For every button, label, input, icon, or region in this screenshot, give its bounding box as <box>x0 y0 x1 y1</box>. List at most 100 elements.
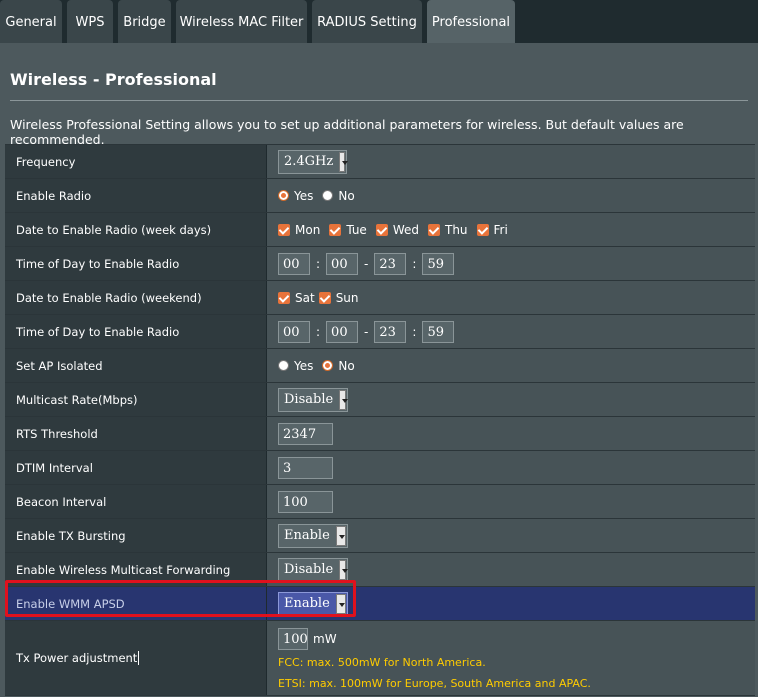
row-label: Enable TX Bursting <box>5 519 267 552</box>
row-label: Frequency <box>5 145 267 178</box>
tx-power-input[interactable]: 100 <box>278 627 308 650</box>
checkbox-wed[interactable] <box>375 223 388 236</box>
row-label: Date to Enable Radio (week days) <box>5 213 267 246</box>
option-label: Tue <box>346 222 367 237</box>
radio-enable-radio-no[interactable] <box>322 190 334 201</box>
option-label: Sun <box>335 290 359 305</box>
row-wmm-apsd: Enable WMM APSD Enable <box>5 587 755 621</box>
row-date-weekdays: Date to Enable Radio (week days) Mon Tue… <box>5 213 755 247</box>
checkbox-fri[interactable] <box>476 223 489 236</box>
chevron-down-icon <box>339 151 348 172</box>
tab-bridge[interactable]: Bridge <box>118 0 171 43</box>
separator: - <box>364 324 369 339</box>
separator: : <box>316 324 321 339</box>
separator: : <box>316 256 321 271</box>
dtim-interval-input[interactable]: 3 <box>278 456 333 479</box>
tab-radius-setting[interactable]: RADIUS Setting <box>312 0 422 43</box>
option-label: Mon <box>295 222 321 237</box>
title-divider <box>10 100 748 101</box>
multicast-rate-value: Disable <box>284 392 334 407</box>
radio-enable-radio-yes[interactable] <box>278 190 289 201</box>
separator: : <box>412 256 417 271</box>
tx-power-label: Tx Power adjustment <box>16 651 138 665</box>
row-tx-bursting: Enable TX Bursting Enable <box>5 519 755 553</box>
page-title: Wireless - Professional <box>10 70 217 89</box>
tab-bar: General WPS Bridge Wireless MAC Filter R… <box>0 0 758 43</box>
checkbox-tue[interactable] <box>329 223 342 236</box>
row-label: Enable Wireless Multicast Forwarding <box>5 553 267 586</box>
row-time-weekend: Time of Day to Enable Radio 00 : 00 - 23… <box>5 315 755 349</box>
beacon-interval-input[interactable]: 100 <box>278 490 333 513</box>
row-label: Enable Radio <box>5 179 267 212</box>
settings-table: Frequency 2.4GHz Enable Radio Yes No Dat… <box>5 144 755 696</box>
separator: - <box>364 256 369 271</box>
wmm-apsd-select[interactable]: Enable <box>278 591 348 616</box>
row-beacon-interval: Beacon Interval 100 <box>5 485 755 519</box>
tab-wireless-mac-filter[interactable]: Wireless MAC Filter <box>176 0 307 43</box>
option-label: Yes <box>294 188 314 203</box>
option-label: No <box>338 188 355 203</box>
end-minute-input[interactable]: 59 <box>422 252 455 275</box>
rts-threshold-input[interactable]: 2347 <box>278 422 333 445</box>
row-dtim-interval: DTIM Interval 3 <box>5 451 755 485</box>
frequency-select[interactable]: 2.4GHz <box>278 149 348 174</box>
tab-professional[interactable]: Professional <box>427 0 515 43</box>
checkbox-sat[interactable] <box>278 291 290 304</box>
end-hour-input[interactable]: 23 <box>374 320 407 343</box>
row-rts-threshold: RTS Threshold 2347 <box>5 417 755 451</box>
radio-ap-isolated-no[interactable] <box>322 360 334 371</box>
checkbox-mon[interactable] <box>278 223 290 236</box>
radio-ap-isolated-yes[interactable] <box>278 360 289 371</box>
tab-general[interactable]: General <box>0 0 62 43</box>
chevron-down-icon <box>339 389 348 410</box>
row-time-weekdays: Time of Day to Enable Radio 00 : 00 - 23… <box>5 247 755 281</box>
start-hour-input[interactable]: 00 <box>278 252 310 275</box>
multicast-forwarding-value: Disable <box>284 562 334 577</box>
row-label: DTIM Interval <box>5 451 267 484</box>
start-hour-input[interactable]: 00 <box>278 320 310 343</box>
option-label: No <box>338 358 355 373</box>
row-label: Date to Enable Radio (weekend) <box>5 281 267 314</box>
row-label: Multicast Rate(Mbps) <box>5 383 267 416</box>
frequency-value: 2.4GHz <box>284 154 334 169</box>
wmm-apsd-value: Enable <box>284 596 330 611</box>
chevron-down-icon <box>335 593 346 614</box>
option-label: Sat <box>295 290 315 305</box>
row-frequency: Frequency 2.4GHz <box>5 145 755 179</box>
row-multicast-rate: Multicast Rate(Mbps) Disable <box>5 383 755 417</box>
end-minute-input[interactable]: 59 <box>422 320 455 343</box>
tx-bursting-select[interactable]: Enable <box>278 523 348 548</box>
checkbox-thu[interactable] <box>427 223 440 236</box>
text-cursor <box>138 651 140 665</box>
option-label: Wed <box>392 222 419 237</box>
start-minute-input[interactable]: 00 <box>326 320 359 343</box>
row-label: Time of Day to Enable Radio <box>5 315 267 348</box>
tx-bursting-value: Enable <box>284 528 330 543</box>
option-label: Fri <box>493 222 508 237</box>
checkbox-sun[interactable] <box>318 291 331 304</box>
page-description: Wireless Professional Setting allows you… <box>10 117 684 147</box>
separator: : <box>412 324 417 339</box>
start-minute-input[interactable]: 00 <box>326 252 359 275</box>
multicast-forwarding-select[interactable]: Disable <box>278 557 348 582</box>
row-label: Time of Day to Enable Radio <box>5 247 267 280</box>
chevron-down-icon <box>339 559 348 580</box>
fcc-note: FCC: max. 500mW for North America. <box>278 655 486 669</box>
tx-power-unit: mW <box>313 631 337 646</box>
option-label: Yes <box>294 358 314 373</box>
etsi-note: ETSI: max. 100mW for Europe, South Ameri… <box>278 676 591 690</box>
tab-wps[interactable]: WPS <box>67 0 113 43</box>
row-label: RTS Threshold <box>5 417 267 450</box>
row-ap-isolated: Set AP Isolated Yes No <box>5 349 755 383</box>
row-enable-radio: Enable Radio Yes No <box>5 179 755 213</box>
row-tx-power: Tx Power adjustment 100 mW FCC: max. 500… <box>5 621 755 696</box>
multicast-rate-select[interactable]: Disable <box>278 387 348 412</box>
row-label: Tx Power adjustment <box>5 621 267 695</box>
option-label: Thu <box>444 222 468 237</box>
chevron-down-icon <box>335 525 346 546</box>
row-date-weekend: Date to Enable Radio (weekend) Sat Sun <box>5 281 755 315</box>
end-hour-input[interactable]: 23 <box>374 252 407 275</box>
row-label: Enable WMM APSD <box>5 587 267 620</box>
row-multicast-forwarding: Enable Wireless Multicast Forwarding Dis… <box>5 553 755 587</box>
row-label: Set AP Isolated <box>5 349 267 382</box>
